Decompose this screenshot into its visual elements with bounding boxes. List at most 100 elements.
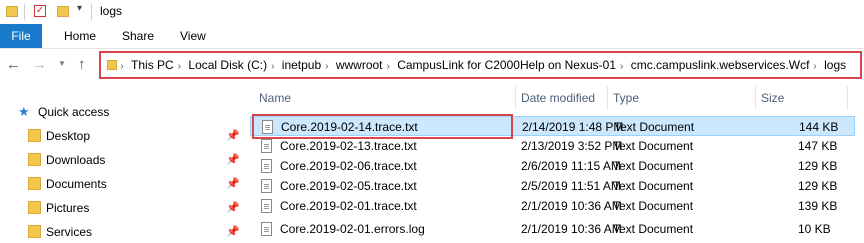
sidebar-item-label: Quick access: [38, 105, 110, 119]
column-divider[interactable]: [847, 86, 848, 110]
folder-icon: [6, 6, 18, 17]
breadcrumb-campuslink[interactable]: CampusLink for C2000Help on Nexus-01: [397, 58, 616, 72]
sidebar-item-pictures[interactable]: Pictures 📌: [0, 197, 242, 219]
tab-home[interactable]: Home: [64, 24, 96, 48]
file-date: 2/14/2019 1:48 PM: [522, 120, 624, 134]
divider: [24, 4, 25, 20]
table-row[interactable]: Core.2019-02-06.trace.txt 2/6/2019 11:15…: [250, 156, 855, 176]
sidebar-item-label: Services: [46, 225, 93, 239]
pin-icon[interactable]: 📌: [226, 125, 240, 147]
column-header-name[interactable]: Name: [259, 84, 291, 112]
star-icon: ★: [18, 104, 30, 119]
breadcrumb: › This PC › Local Disk (C:) › inetpub › www…: [107, 58, 850, 72]
file-name: Core.2019-02-01.trace.txt: [280, 199, 417, 213]
forward-arrow-icon[interactable]: →: [32, 56, 47, 73]
window-title: logs: [100, 4, 123, 18]
desktop-folder-icon: [28, 129, 41, 142]
column-header-size[interactable]: Size: [761, 84, 784, 112]
pin-icon[interactable]: 📌: [226, 149, 240, 171]
sidebar-item-label: Pictures: [46, 201, 90, 215]
pin-icon[interactable]: 📌: [226, 197, 240, 219]
properties-checkbox-icon[interactable]: ✓: [34, 5, 46, 17]
file-size: 144 KB: [799, 120, 839, 134]
chevron-right-icon[interactable]: ›: [325, 61, 328, 72]
sidebar-item-services[interactable]: Services 📌: [0, 221, 242, 243]
file-type: Text Document: [613, 139, 694, 153]
file-name: Core.2019-02-01.errors.log: [280, 222, 425, 236]
table-row[interactable]: Core.2019-02-05.trace.txt 2/5/2019 11:51…: [250, 176, 855, 196]
column-divider[interactable]: [607, 86, 608, 110]
file-date: 2/1/2019 10:36 AM: [521, 199, 622, 213]
breadcrumb-inetpub[interactable]: inetpub: [282, 58, 321, 72]
file-size: 129 KB: [798, 179, 838, 193]
sidebar-item-documents[interactable]: Documents 📌: [0, 173, 242, 195]
breadcrumb-wcf[interactable]: cmc.campuslink.webservices.Wcf: [631, 58, 810, 72]
column-header-date[interactable]: Date modified: [521, 84, 595, 112]
file-date: 2/13/2019 3:52 PM: [521, 139, 623, 153]
file-size: 129 KB: [798, 159, 838, 173]
pin-icon[interactable]: 📌: [226, 221, 240, 243]
column-divider[interactable]: [515, 86, 516, 110]
sidebar-item-desktop[interactable]: Desktop 📌: [0, 125, 242, 147]
tab-file[interactable]: File: [0, 24, 42, 48]
file-name: Core.2019-02-05.trace.txt: [280, 179, 417, 193]
back-arrow-icon[interactable]: ←: [6, 56, 21, 73]
documents-folder-icon: [28, 177, 41, 190]
downloads-folder-icon: [28, 153, 41, 166]
file-type: Text Document: [613, 199, 694, 213]
breadcrumb-local-disk[interactable]: Local Disk (C:): [188, 58, 267, 72]
address-bar[interactable]: › This PC › Local Disk (C:) › inetpub › www…: [99, 51, 862, 79]
sidebar-item-label: Desktop: [46, 129, 91, 143]
column-divider[interactable]: [755, 86, 756, 110]
text-file-icon: [261, 199, 272, 213]
sidebar-item-downloads[interactable]: Downloads 📌: [0, 149, 242, 171]
title-bar: ✓ ▾ logs: [0, 0, 864, 24]
pictures-folder-icon: [28, 201, 41, 214]
file-type: Text Document: [613, 222, 694, 236]
customize-quick-access-icon[interactable]: ▾: [77, 3, 82, 14]
navigation-pane: ★ Quick access Desktop 📌 Downloads 📌 Doc…: [0, 88, 242, 243]
text-file-icon: [261, 139, 272, 153]
text-file-icon: [261, 159, 272, 173]
divider: [91, 4, 92, 20]
file-date: 2/5/2019 11:51 AM: [521, 179, 621, 193]
file-type: Text Document: [614, 120, 695, 134]
column-header-type[interactable]: Type: [613, 84, 639, 112]
services-folder-icon: [28, 225, 41, 238]
file-size: 10 KB: [798, 222, 831, 236]
chevron-right-icon[interactable]: ›: [620, 61, 623, 72]
file-date: 2/1/2019 10:36 AM: [521, 222, 622, 236]
breadcrumb-logs[interactable]: logs: [824, 58, 846, 72]
chevron-right-icon[interactable]: ›: [813, 61, 816, 72]
sidebar-item-label: Downloads: [46, 153, 106, 167]
chevron-right-icon[interactable]: ›: [387, 61, 390, 72]
folder-icon: [107, 60, 117, 70]
pin-icon[interactable]: 📌: [226, 173, 240, 195]
chevron-right-icon[interactable]: ›: [178, 61, 181, 72]
file-name: Core.2019-02-06.trace.txt: [280, 159, 417, 173]
file-size: 147 KB: [798, 139, 838, 153]
recent-locations-icon[interactable]: ▼: [58, 59, 66, 68]
table-row[interactable]: Core.2019-02-13.trace.txt 2/13/2019 3:52…: [250, 136, 855, 156]
sidebar-item-label: Documents: [46, 177, 107, 191]
new-folder-icon[interactable]: [57, 6, 69, 17]
file-size: 139 KB: [798, 199, 838, 213]
file-date: 2/6/2019 11:15 AM: [521, 159, 621, 173]
chevron-right-icon: ›: [120, 61, 124, 72]
tab-view[interactable]: View: [180, 24, 206, 48]
chevron-right-icon[interactable]: ›: [271, 61, 274, 72]
breadcrumb-wwwroot[interactable]: wwwroot: [336, 58, 383, 72]
file-name: Core.2019-02-13.trace.txt: [280, 139, 417, 153]
text-file-icon: [261, 179, 272, 193]
ribbon: File Home Share View: [0, 24, 864, 49]
file-type: Text Document: [613, 159, 694, 173]
file-list: Name Date modified Type Size Core.2019-0…: [243, 84, 864, 243]
sidebar-item-quick-access[interactable]: ★ Quick access: [0, 101, 242, 123]
selected-file-highlight: [252, 114, 513, 139]
up-arrow-icon[interactable]: ↑: [78, 56, 86, 73]
breadcrumb-this-pc[interactable]: This PC: [131, 58, 174, 72]
tab-share[interactable]: Share: [122, 24, 154, 48]
table-row[interactable]: Core.2019-02-01.trace.txt 2/1/2019 10:36…: [250, 196, 855, 216]
text-file-icon: [261, 222, 272, 236]
table-row[interactable]: Core.2019-02-01.errors.log 2/1/2019 10:3…: [250, 219, 855, 239]
